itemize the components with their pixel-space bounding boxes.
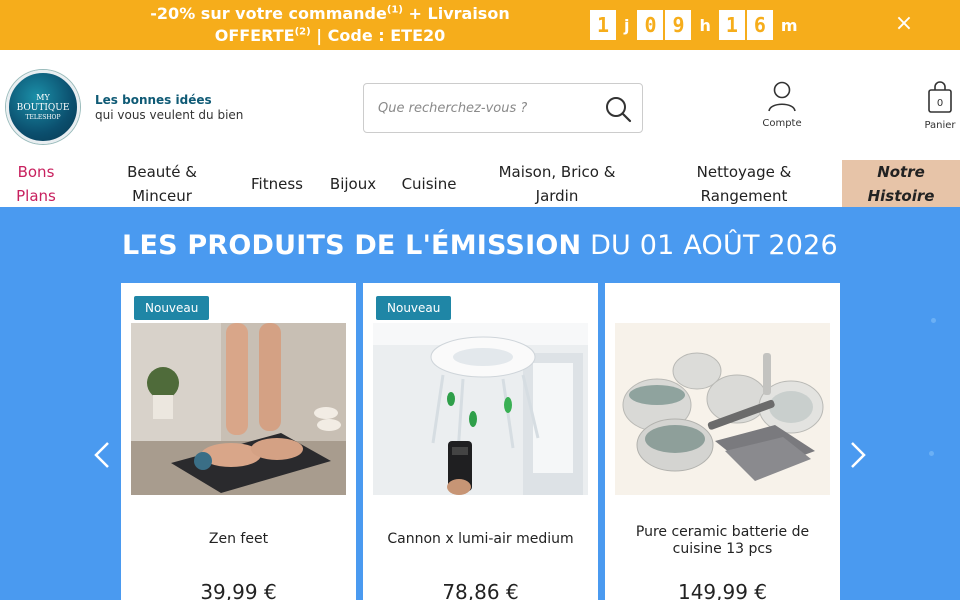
logo-line-3: TELESHOP	[25, 114, 61, 121]
product-price: 39,99 €	[200, 580, 277, 600]
hero-title-date: DU 01 AOÛT 2026	[581, 230, 838, 261]
tagline: Les bonnes idées qui vous veulent du bie…	[95, 93, 243, 123]
new-badge: Nouveau	[376, 296, 452, 320]
product-card-zen-feet[interactable]: Nouveau Zen feet 39,99 €	[121, 283, 356, 600]
decorative-dot	[931, 318, 936, 323]
cart-count: 0	[937, 98, 943, 109]
nav-item-notre-histoire[interactable]: Notre Histoire	[842, 160, 960, 207]
new-badge: Nouveau	[134, 296, 210, 320]
promo-footnote-1: (1)	[386, 4, 403, 16]
nav-item-bijoux[interactable]: Bijoux	[322, 160, 384, 207]
main-nav: Bons Plans Beauté & Minceur Fitness Bijo…	[0, 160, 960, 207]
product-image-zen-feet[interactable]	[131, 323, 346, 495]
tagline-line-2: qui vous veulent du bien	[95, 108, 244, 122]
user-icon	[768, 81, 796, 112]
nav-item-maison-brico-jardin[interactable]: Maison, Brico & Jardin	[494, 160, 620, 207]
cart-button[interactable]: 0 Panier	[918, 80, 960, 131]
product-price: 149,99 €	[677, 580, 768, 600]
countdown-minutes-unit: m	[780, 15, 798, 35]
decorative-dot	[929, 451, 934, 456]
tagline-line-1: Les bonnes idées	[95, 93, 212, 107]
hero-title: LES PRODUITS DE L'ÉMISSION DU 01 AOÛT 20…	[0, 230, 960, 261]
countdown-days-digit: 1	[590, 10, 616, 40]
product-card-pure-ceramic[interactable]: Pure ceramic batterie de cuisine 13 pcs …	[605, 283, 840, 600]
product-card-lumi-air[interactable]: Nouveau Cannon x lumi-air medium 78,86 €	[363, 283, 598, 600]
countdown-days-unit: j	[624, 15, 630, 35]
nav-item-bons-plans[interactable]: Bons Plans	[8, 160, 64, 207]
nav-item-fitness[interactable]: Fitness	[242, 160, 312, 207]
account-button[interactable]: Compte	[757, 80, 807, 129]
countdown-minutes-tens: 1	[718, 10, 745, 40]
countdown-hours-tens: 0	[637, 10, 664, 40]
cart-label: Panier	[924, 120, 956, 131]
product-name[interactable]: Cannon x lumi-air medium	[373, 531, 588, 548]
nav-item-nettoyage-rangement[interactable]: Nettoyage & Rangement	[674, 160, 814, 207]
shopping-bag-icon: 0	[928, 81, 952, 113]
hero-title-strong: LES PRODUITS DE L'ÉMISSION	[122, 230, 582, 261]
close-promo-button[interactable]: ×	[892, 12, 916, 36]
countdown-minutes-ones: 6	[746, 10, 773, 40]
promo-discount-text: -20% sur votre commande	[150, 4, 387, 23]
nav-item-cuisine[interactable]: Cuisine	[396, 160, 462, 207]
account-label: Compte	[762, 118, 802, 129]
logo-line-2: BOUTIQUE	[16, 103, 70, 113]
countdown-hours-ones: 9	[665, 10, 692, 40]
product-name[interactable]: Zen feet	[131, 531, 346, 548]
promo-footnote-2: (2)	[294, 26, 311, 38]
product-price: 78,86 €	[442, 580, 519, 600]
search-box	[363, 83, 643, 133]
promo-code-text: | Code : ETE20	[310, 26, 446, 45]
promo-text: -20% sur votre commande(1) + Livraison O…	[100, 3, 560, 47]
countdown-hours-unit: h	[699, 15, 711, 35]
countdown-timer: 1 j 0 9 h 1 6 m	[590, 10, 806, 40]
product-image-pure-ceramic[interactable]	[615, 323, 830, 495]
product-name[interactable]: Pure ceramic batterie de cuisine 13 pcs	[615, 524, 830, 558]
logo-text: MY BOUTIQUE TELESHOP	[9, 93, 77, 123]
product-image-lumi-air[interactable]	[373, 323, 588, 495]
search-input[interactable]	[378, 96, 598, 120]
logo-line-1: MY	[36, 93, 50, 102]
carousel-next-arrow-icon[interactable]	[846, 437, 870, 473]
promo-bar: -20% sur votre commande(1) + Livraison O…	[0, 0, 960, 50]
carousel-prev-arrow-icon[interactable]	[90, 437, 114, 473]
site-logo[interactable]: MY BOUTIQUE TELESHOP	[6, 70, 80, 144]
nav-item-beaute-minceur[interactable]: Beauté & Minceur	[112, 160, 212, 207]
search-icon[interactable]	[604, 95, 632, 123]
